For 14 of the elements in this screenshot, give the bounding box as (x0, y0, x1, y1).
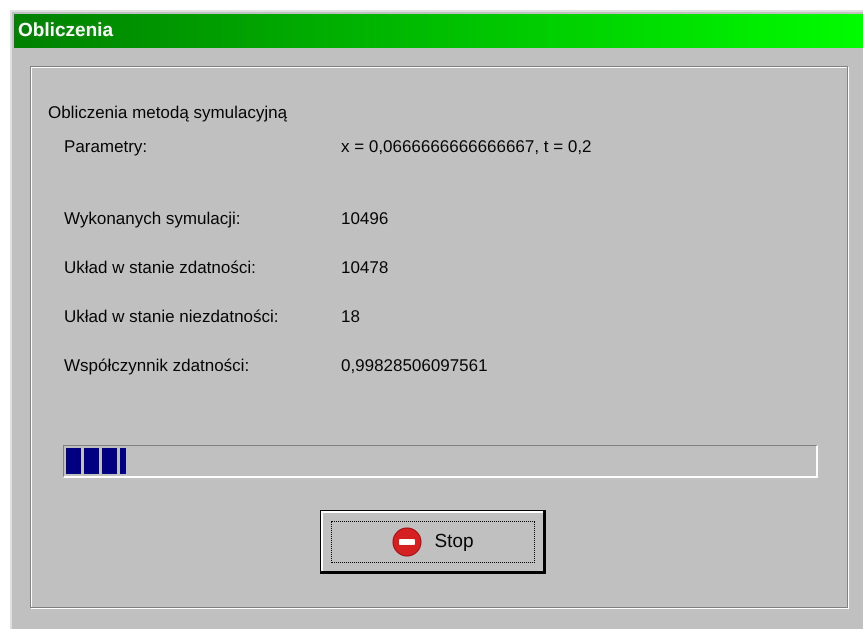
field-label: Układ w stanie zdatności: (64, 258, 257, 278)
field-label: Parametry: (64, 137, 148, 157)
field-value: x = 0,0666666666666667, t = 0,2 (341, 137, 592, 157)
field-value: 10496 (341, 209, 388, 229)
stop-icon (392, 527, 422, 557)
field-label: Wykonanych symulacji: (64, 209, 242, 229)
field-label: Układ w stanie niezdatności: (64, 307, 280, 327)
stop-button[interactable]: Stop (320, 510, 546, 574)
heading: Obliczenia metodą symulacyjną (48, 103, 288, 123)
field-value: 10478 (341, 258, 388, 278)
field-label: Współczynnik zdatności: (64, 356, 250, 376)
field-value: 0,99828506097561 (341, 356, 488, 376)
field-value: 18 (341, 307, 360, 327)
window-title: Obliczenia (14, 14, 863, 48)
